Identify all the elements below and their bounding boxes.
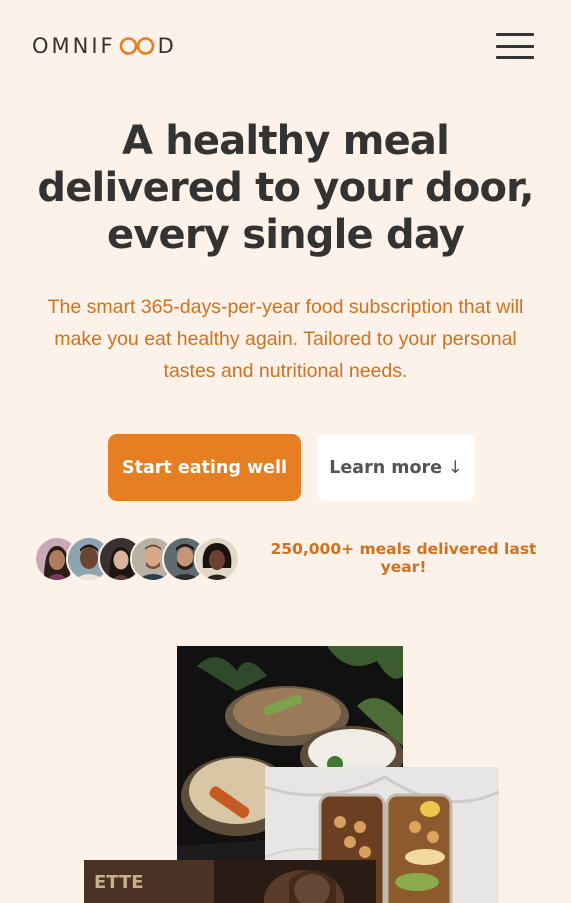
infinity-logo-icon — [119, 37, 154, 55]
restaurant-photo-image: ETTE — [84, 860, 376, 903]
learn-more-label: Learn more — [329, 457, 443, 478]
avatar — [194, 536, 240, 582]
down-arrow-icon: ↓ — [448, 457, 463, 478]
omnifood-logo[interactable]: OMNIF D — [32, 34, 177, 58]
hamburger-menu-icon[interactable] — [496, 33, 534, 59]
learn-more-button[interactable]: Learn more ↓ — [317, 434, 475, 501]
hero-description: The smart 365-days-per-year food subscri… — [47, 296, 524, 382]
menu-line — [496, 33, 534, 36]
hero-title: A healthy meal delivered to your door, e… — [20, 118, 551, 259]
meals-delivered-text: 250,000+ meals delivered last year! — [270, 540, 537, 576]
hero-title-line: every single day — [106, 212, 465, 258]
svg-text:ETTE: ETTE — [94, 872, 144, 893]
site-header: OMNIF D — [0, 0, 571, 92]
menu-line — [496, 56, 534, 59]
hero-title-line: A healthy meal — [121, 118, 450, 164]
landing-page: OMNIF D A healthy meal delivered to your… — [0, 0, 571, 903]
menu-line — [496, 44, 534, 48]
start-eating-well-button[interactable]: Start eating well — [108, 434, 301, 501]
logo-text-right: D — [157, 34, 177, 58]
logo-text-left: OMNIF — [32, 34, 116, 58]
hero-title-line: delivered to your door, — [37, 165, 534, 211]
